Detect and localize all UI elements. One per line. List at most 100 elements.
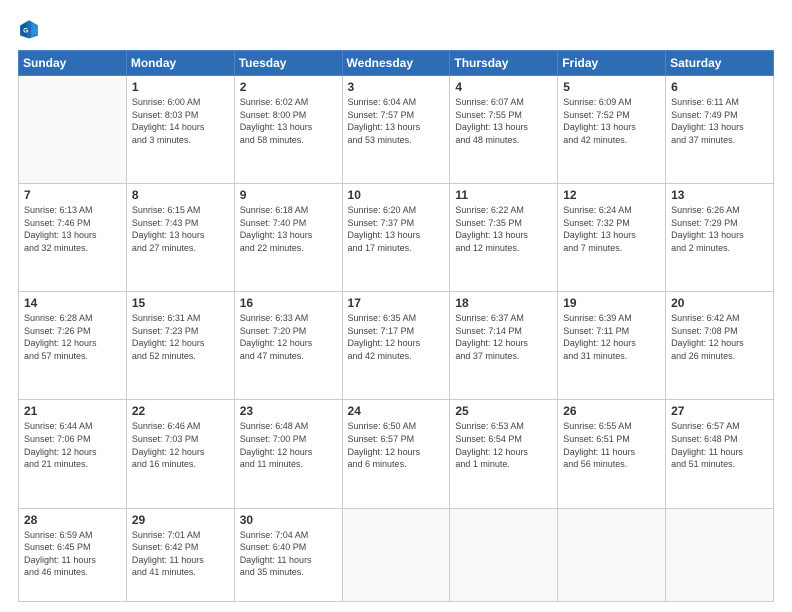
calendar-week-row: 14 Sunrise: 6:28 AM Sunset: 7:26 PM Dayli…: [19, 292, 774, 400]
day-number: 26: [563, 404, 660, 418]
day-info: Sunrise: 6:53 AM Sunset: 6:54 PM Dayligh…: [455, 420, 552, 470]
day-info: Sunrise: 6:31 AM Sunset: 7:23 PM Dayligh…: [132, 312, 229, 362]
day-info: Sunrise: 6:11 AM Sunset: 7:49 PM Dayligh…: [671, 96, 768, 146]
calendar-cell: [666, 508, 774, 601]
day-number: 9: [240, 188, 337, 202]
day-info: Sunrise: 6:48 AM Sunset: 7:00 PM Dayligh…: [240, 420, 337, 470]
calendar-cell: 23Sunrise: 6:48 AM Sunset: 7:00 PM Dayli…: [234, 400, 342, 508]
weekday-header-friday: Friday: [558, 51, 666, 76]
weekday-header-thursday: Thursday: [450, 51, 558, 76]
day-number: 20: [671, 296, 768, 310]
day-number: 8: [132, 188, 229, 202]
day-number: 29: [132, 513, 229, 527]
day-number: 1: [132, 80, 229, 94]
day-number: 11: [455, 188, 552, 202]
day-number: 15: [132, 296, 229, 310]
day-info: Sunrise: 6:37 AM Sunset: 7:14 PM Dayligh…: [455, 312, 552, 362]
day-info: Sunrise: 6:20 AM Sunset: 7:37 PM Dayligh…: [348, 204, 445, 254]
calendar-week-row: 28 Sunrise: 6:59 AM Sunset: 6:45 PM Dayli…: [19, 508, 774, 601]
day-number: 24: [348, 404, 445, 418]
calendar-cell: 5 Sunrise: 6:09 AM Sunset: 7:52 PM Daylig…: [558, 76, 666, 184]
calendar-cell: 20 Sunrise: 6:42 AM Sunset: 7:08 PM Dayli…: [666, 292, 774, 400]
day-info: Sunrise: 6:18 AM Sunset: 7:40 PM Dayligh…: [240, 204, 337, 254]
day-info: Sunrise: 6:02 AM Sunset: 8:00 PM Dayligh…: [240, 96, 337, 146]
weekday-header-tuesday: Tuesday: [234, 51, 342, 76]
calendar-week-row: 7 Sunrise: 6:13 AM Sunset: 7:46 PM Daylig…: [19, 184, 774, 292]
calendar-cell: 4Sunrise: 6:07 AM Sunset: 7:55 PM Daylig…: [450, 76, 558, 184]
weekday-header-saturday: Saturday: [666, 51, 774, 76]
weekday-header-monday: Monday: [126, 51, 234, 76]
day-number: 16: [240, 296, 337, 310]
calendar-cell: 8 Sunrise: 6:15 AM Sunset: 7:43 PM Daylig…: [126, 184, 234, 292]
calendar-week-row: 1Sunrise: 6:00 AM Sunset: 8:03 PM Daylig…: [19, 76, 774, 184]
day-number: 17: [348, 296, 445, 310]
day-number: 2: [240, 80, 337, 94]
calendar-cell: 24 Sunrise: 6:50 AM Sunset: 6:57 PM Dayli…: [342, 400, 450, 508]
calendar-cell: [450, 508, 558, 601]
calendar-cell: 18 Sunrise: 6:37 AM Sunset: 7:14 PM Dayli…: [450, 292, 558, 400]
calendar-table: SundayMondayTuesdayWednesdayThursdayFrid…: [18, 50, 774, 602]
calendar-cell: [558, 508, 666, 601]
calendar-cell: 2 Sunrise: 6:02 AM Sunset: 8:00 PM Daylig…: [234, 76, 342, 184]
calendar-cell: 26 Sunrise: 6:55 AM Sunset: 6:51 PM Dayli…: [558, 400, 666, 508]
weekday-header-row: SundayMondayTuesdayWednesdayThursdayFrid…: [19, 51, 774, 76]
day-info: Sunrise: 6:50 AM Sunset: 6:57 PM Dayligh…: [348, 420, 445, 470]
day-info: Sunrise: 6:55 AM Sunset: 6:51 PM Dayligh…: [563, 420, 660, 470]
day-number: 6: [671, 80, 768, 94]
day-number: 3: [348, 80, 445, 94]
day-info: Sunrise: 6:22 AM Sunset: 7:35 PM Dayligh…: [455, 204, 552, 254]
calendar-cell: 17 Sunrise: 6:35 AM Sunset: 7:17 PM Dayli…: [342, 292, 450, 400]
calendar-cell: 30 Sunrise: 7:04 AM Sunset: 6:40 PM Dayli…: [234, 508, 342, 601]
page: G SundayMondayTuesdayWednesdayThursdayFr…: [0, 0, 792, 612]
calendar-cell: 1Sunrise: 6:00 AM Sunset: 8:03 PM Daylig…: [126, 76, 234, 184]
calendar-cell: 27 Sunrise: 6:57 AM Sunset: 6:48 PM Dayli…: [666, 400, 774, 508]
calendar-cell: 6 Sunrise: 6:11 AM Sunset: 7:49 PM Daylig…: [666, 76, 774, 184]
calendar-cell: 7 Sunrise: 6:13 AM Sunset: 7:46 PM Daylig…: [19, 184, 127, 292]
day-number: 28: [24, 513, 121, 527]
calendar-cell: 28 Sunrise: 6:59 AM Sunset: 6:45 PM Dayli…: [19, 508, 127, 601]
day-number: 5: [563, 80, 660, 94]
calendar-cell: 16 Sunrise: 6:33 AM Sunset: 7:20 PM Dayli…: [234, 292, 342, 400]
calendar-week-row: 21 Sunrise: 6:44 AM Sunset: 7:06 PM Dayli…: [19, 400, 774, 508]
day-info: Sunrise: 6:39 AM Sunset: 7:11 PM Dayligh…: [563, 312, 660, 362]
calendar-cell: 14 Sunrise: 6:28 AM Sunset: 7:26 PM Dayli…: [19, 292, 127, 400]
day-number: 21: [24, 404, 121, 418]
day-number: 13: [671, 188, 768, 202]
day-info: Sunrise: 7:04 AM Sunset: 6:40 PM Dayligh…: [240, 529, 337, 579]
day-number: 7: [24, 188, 121, 202]
day-number: 14: [24, 296, 121, 310]
calendar-cell: [19, 76, 127, 184]
day-number: 19: [563, 296, 660, 310]
logo: G: [18, 18, 44, 40]
weekday-header-wednesday: Wednesday: [342, 51, 450, 76]
calendar-cell: [342, 508, 450, 601]
calendar-cell: 15 Sunrise: 6:31 AM Sunset: 7:23 PM Dayli…: [126, 292, 234, 400]
day-number: 27: [671, 404, 768, 418]
day-number: 30: [240, 513, 337, 527]
day-info: Sunrise: 6:59 AM Sunset: 6:45 PM Dayligh…: [24, 529, 121, 579]
calendar-cell: 13Sunrise: 6:26 AM Sunset: 7:29 PM Dayli…: [666, 184, 774, 292]
day-info: Sunrise: 6:09 AM Sunset: 7:52 PM Dayligh…: [563, 96, 660, 146]
day-info: Sunrise: 6:44 AM Sunset: 7:06 PM Dayligh…: [24, 420, 121, 470]
calendar-cell: 21 Sunrise: 6:44 AM Sunset: 7:06 PM Dayli…: [19, 400, 127, 508]
calendar-cell: 29 Sunrise: 7:01 AM Sunset: 6:42 PM Dayli…: [126, 508, 234, 601]
day-info: Sunrise: 6:15 AM Sunset: 7:43 PM Dayligh…: [132, 204, 229, 254]
day-info: Sunrise: 7:01 AM Sunset: 6:42 PM Dayligh…: [132, 529, 229, 579]
day-info: Sunrise: 6:28 AM Sunset: 7:26 PM Dayligh…: [24, 312, 121, 362]
day-info: Sunrise: 6:33 AM Sunset: 7:20 PM Dayligh…: [240, 312, 337, 362]
calendar-cell: 9 Sunrise: 6:18 AM Sunset: 7:40 PM Daylig…: [234, 184, 342, 292]
calendar-cell: 12Sunrise: 6:24 AM Sunset: 7:32 PM Dayli…: [558, 184, 666, 292]
day-info: Sunrise: 6:42 AM Sunset: 7:08 PM Dayligh…: [671, 312, 768, 362]
day-info: Sunrise: 6:13 AM Sunset: 7:46 PM Dayligh…: [24, 204, 121, 254]
day-info: Sunrise: 6:46 AM Sunset: 7:03 PM Dayligh…: [132, 420, 229, 470]
calendar-cell: 10Sunrise: 6:20 AM Sunset: 7:37 PM Dayli…: [342, 184, 450, 292]
day-info: Sunrise: 6:57 AM Sunset: 6:48 PM Dayligh…: [671, 420, 768, 470]
day-info: Sunrise: 6:35 AM Sunset: 7:17 PM Dayligh…: [348, 312, 445, 362]
calendar-cell: 11 Sunrise: 6:22 AM Sunset: 7:35 PM Dayli…: [450, 184, 558, 292]
day-info: Sunrise: 6:07 AM Sunset: 7:55 PM Dayligh…: [455, 96, 552, 146]
day-number: 22: [132, 404, 229, 418]
weekday-header-sunday: Sunday: [19, 51, 127, 76]
svg-text:G: G: [23, 28, 28, 35]
day-number: 18: [455, 296, 552, 310]
calendar-cell: 22 Sunrise: 6:46 AM Sunset: 7:03 PM Dayli…: [126, 400, 234, 508]
